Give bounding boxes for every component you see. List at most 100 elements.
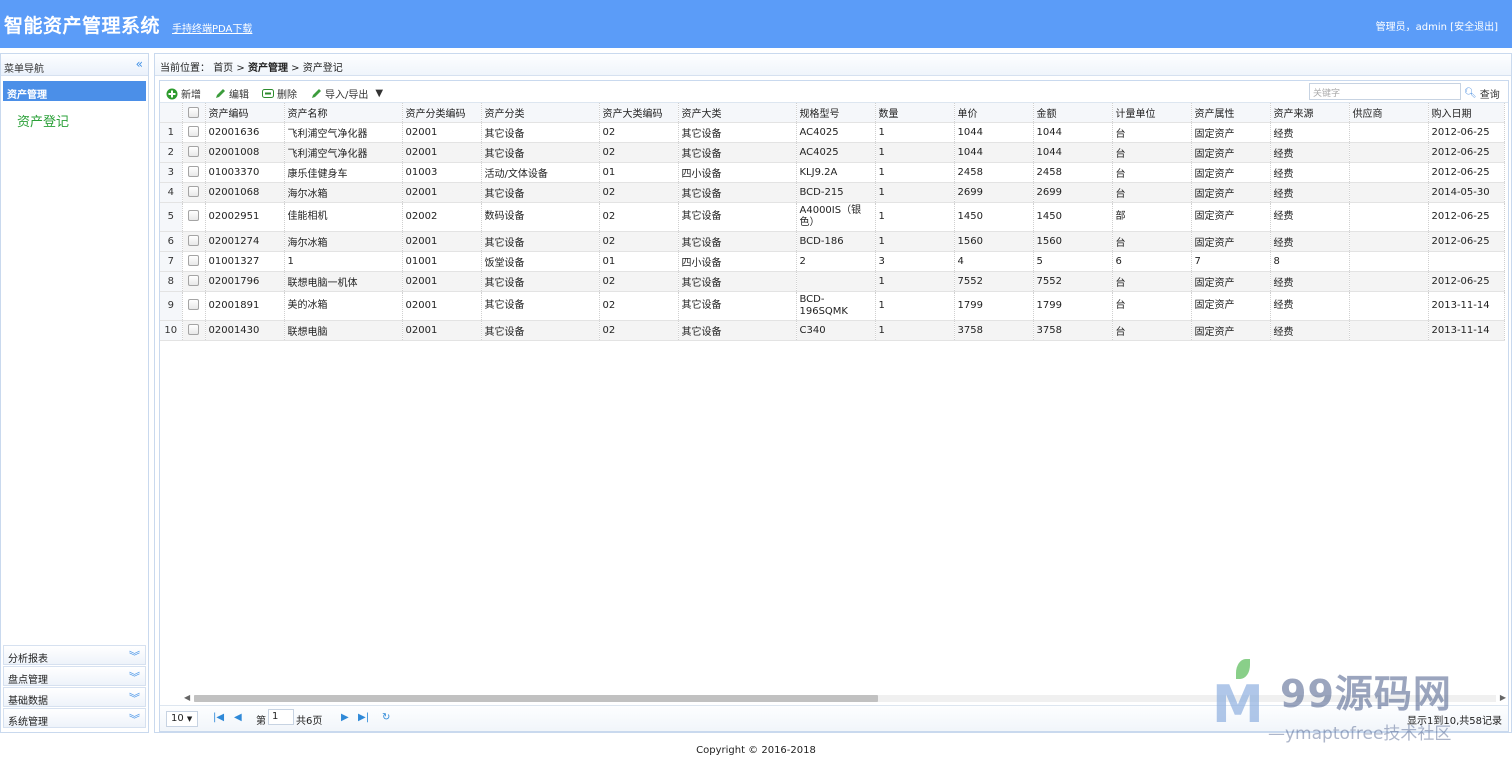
pencil-icon — [216, 89, 225, 98]
table-cell-source: 经费 — [1270, 231, 1350, 252]
sidebar-panel-asset-management[interactable]: 资产管理 — [3, 81, 146, 101]
asset-datagrid: 新增 编辑 删除 导入/导出 ▼ 关键字 🔍︎ 查询 资产编码 资产名称 资产分… — [159, 80, 1509, 732]
row-checkbox[interactable] — [188, 126, 199, 138]
first-page-icon[interactable]: |◀ — [213, 712, 224, 723]
table-row[interactable]: 5 02002951 佳能相机 02002 数码设备 02 其它设备 A4000IS（银色） 1… — [160, 202, 1505, 232]
page-size-select[interactable]: 10 ▼ — [166, 711, 198, 727]
column-header[interactable]: 单价 — [954, 103, 1034, 123]
refresh-icon[interactable]: ↻ — [382, 712, 390, 723]
table-cell-date — [1428, 251, 1505, 272]
sidebar-item-asset-register[interactable]: 资产登记 — [17, 111, 69, 130]
row-checkbox[interactable] — [188, 255, 199, 267]
select-all-checkbox[interactable] — [188, 106, 199, 118]
double-chevron-left-icon[interactable]: « — [136, 57, 143, 71]
column-header[interactable]: 金额 — [1033, 103, 1113, 123]
table-cell-big_code: 02 — [599, 291, 679, 321]
row-number: 4 — [160, 182, 183, 203]
table-row[interactable]: 8 02001796 联想电脑一机体 02001 其它设备 02 其它设备 1 7552 7552… — [160, 271, 1505, 292]
column-header[interactable]: 资产编码 — [205, 103, 285, 123]
sidebar-panel-label: 盘点管理 — [8, 675, 48, 686]
table-cell-amount: 5 — [1033, 251, 1113, 272]
row-checkbox[interactable] — [188, 146, 199, 158]
table-row[interactable]: 7 01001327 1 01001 饭堂设备 01 四小设备 2 3 4 5 6 7 8 — [160, 251, 1505, 272]
sidebar-panel-basic-data[interactable]: 基础数据 ︾ — [3, 687, 146, 707]
delete-button[interactable]: 删除 — [262, 86, 297, 101]
breadcrumb-section: 资产管理 — [247, 63, 288, 74]
table-row[interactable]: 2 02001008 飞利浦空气净化器 02001 其它设备 02 其它设备 AC4025 1 1… — [160, 142, 1505, 163]
table-cell-cat_code: 02001 — [402, 291, 482, 321]
page-number-input[interactable]: 1 — [268, 709, 294, 725]
table-cell-model: A4000IS（银色） — [796, 202, 876, 232]
table-cell-qty: 3 — [875, 251, 955, 272]
table-cell-date: 2012-06-25 — [1428, 202, 1505, 232]
sidebar-panel-system[interactable]: 系统管理 ︾ — [3, 708, 146, 728]
table-cell-big: 其它设备 — [678, 142, 797, 163]
pda-download-link[interactable]: 手持终端PDA下载 — [172, 20, 252, 35]
row-checkbox[interactable] — [188, 235, 199, 247]
column-header[interactable]: 资产名称 — [284, 103, 403, 123]
breadcrumb-sep: > — [236, 63, 245, 74]
prev-page-icon[interactable]: ◀ — [234, 712, 242, 723]
scrollbar-thumb[interactable] — [194, 695, 878, 702]
import-export-menu-button[interactable]: 导入/导出 ▼ — [311, 86, 383, 101]
column-header[interactable]: 计量单位 — [1112, 103, 1192, 123]
row-checkbox[interactable] — [188, 324, 199, 336]
column-header[interactable]: 规格型号 — [796, 103, 876, 123]
column-header[interactable]: 资产属性 — [1191, 103, 1271, 123]
column-header[interactable]: 资产大类 — [678, 103, 797, 123]
scroll-right-arrow-icon[interactable]: ▶ — [1500, 693, 1506, 702]
add-button[interactable]: 新增 — [166, 86, 201, 101]
table-cell-price: 1044 — [954, 142, 1034, 163]
double-chevron-down-icon[interactable]: ︾ — [129, 690, 140, 706]
breadcrumb-home[interactable]: 首页 — [213, 63, 233, 74]
column-header[interactable]: 购入日期 — [1428, 103, 1505, 123]
user-info[interactable]: 管理员，admin [安全退出] — [1376, 18, 1498, 33]
next-page-icon[interactable]: ▶ — [341, 712, 349, 723]
search-icon: 🔍︎ — [1464, 88, 1477, 99]
table-row[interactable]: 3 01003370 康乐佳健身车 01003 活动/文体设备 01 四小设备 KLJ9.2A… — [160, 162, 1505, 183]
scroll-left-arrow-icon[interactable]: ◀ — [184, 693, 190, 702]
row-checkbox-cell — [182, 231, 206, 252]
column-header[interactable]: 资产大类编码 — [599, 103, 679, 123]
row-checkbox[interactable] — [188, 186, 199, 198]
double-chevron-down-icon[interactable]: ︾ — [129, 669, 140, 685]
edit-button-label: 编辑 — [229, 90, 249, 101]
table-cell-model: BCD-196SQMK — [796, 291, 876, 321]
table-cell-amount: 1044 — [1033, 122, 1113, 143]
table-cell-model: KLJ9.2A — [796, 162, 876, 183]
double-chevron-down-icon[interactable]: ︾ — [129, 648, 140, 664]
column-header[interactable]: 资产来源 — [1270, 103, 1350, 123]
column-header[interactable]: 数量 — [875, 103, 955, 123]
table-row[interactable]: 1 02001636 飞利浦空气净化器 02001 其它设备 02 其它设备 AC4025 1 1… — [160, 122, 1505, 143]
table-row[interactable]: 9 02001891 美的冰箱 02001 其它设备 02 其它设备 BCD-196SQMK 1… — [160, 291, 1505, 321]
column-header[interactable]: 资产分类 — [481, 103, 600, 123]
row-checkbox[interactable] — [188, 166, 199, 178]
table-cell-attr: 固定资产 — [1191, 182, 1271, 203]
table-cell-cat: 其它设备 — [481, 182, 600, 203]
last-page-icon[interactable]: ▶| — [358, 712, 369, 723]
column-header[interactable]: 供应商 — [1349, 103, 1429, 123]
edit-button[interactable]: 编辑 — [215, 86, 249, 101]
row-checkbox-cell — [182, 320, 206, 341]
table-cell-model: C340 — [796, 320, 876, 341]
table-cell-date: 2013-11-14 — [1428, 291, 1505, 321]
column-header[interactable]: 资产分类编码 — [402, 103, 482, 123]
table-cell-model: BCD-186 — [796, 231, 876, 252]
search-button[interactable]: 🔍︎ 查询 — [1464, 86, 1500, 101]
table-cell-source: 经费 — [1270, 162, 1350, 183]
horizontal-scrollbar[interactable]: ◀ ▶ — [184, 693, 1506, 704]
sidebar-panel-inventory[interactable]: 盘点管理 ︾ — [3, 666, 146, 686]
table-row[interactable]: 4 02001068 海尔冰箱 02001 其它设备 02 其它设备 BCD-215 1 2699… — [160, 182, 1505, 203]
sidebar-panel-reports[interactable]: 分析报表 ︾ — [3, 645, 146, 665]
table-cell-cat: 其它设备 — [481, 291, 600, 321]
row-checkbox[interactable] — [188, 299, 199, 311]
table-row[interactable]: 6 02001274 海尔冰箱 02001 其它设备 02 其它设备 BCD-186 1 1560… — [160, 231, 1505, 252]
double-chevron-down-icon[interactable]: ︾ — [129, 711, 140, 727]
table-cell-price: 3758 — [954, 320, 1034, 341]
table-cell-supplier — [1349, 291, 1429, 321]
row-checkbox[interactable] — [188, 210, 199, 222]
breadcrumb-page: 资产登记 — [302, 63, 343, 74]
table-row[interactable]: 10 02001430 联想电脑 02001 其它设备 02 其它设备 C340 1 3758 37… — [160, 320, 1505, 341]
row-checkbox[interactable] — [188, 275, 199, 287]
search-input[interactable]: 关键字 — [1309, 83, 1461, 100]
